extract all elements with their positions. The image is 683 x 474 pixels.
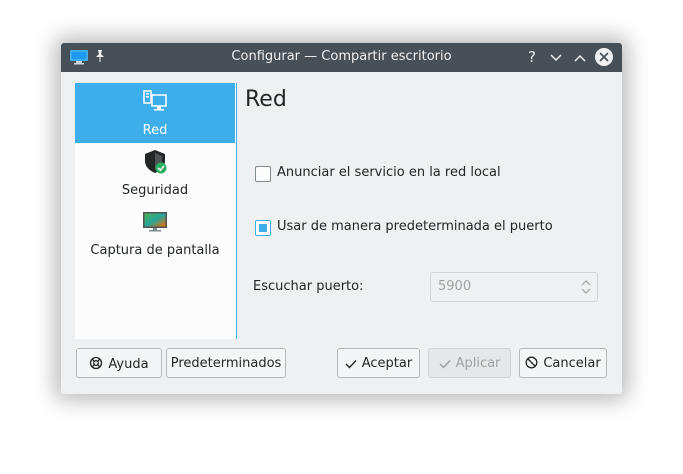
apply-button[interactable]: Aplicar [428, 348, 511, 378]
page-list-sidebar: Red Seguridad Captura de pantalla [75, 83, 237, 339]
network-icon [143, 90, 167, 111]
sidebar-item-label: Red [142, 123, 168, 138]
title-bar[interactable]: Configurar — Compartir escritorio ? [61, 43, 622, 72]
listen-port-label: Escuchar puerto: [253, 279, 364, 294]
accept-button[interactable]: Aceptar [337, 348, 420, 378]
sidebar-item-captura-de-pantalla[interactable]: Captura de pantalla [75, 203, 235, 263]
security-shield-icon [145, 150, 167, 174]
default-port-label[interactable]: Usar de manera predeterminada el puerto [277, 219, 553, 234]
announce-service-label[interactable]: Anunciar el servicio en la red local [277, 165, 501, 180]
checkmark-icon [439, 360, 451, 369]
cancel-button[interactable]: Cancelar [519, 348, 607, 378]
maximize-button[interactable] [571, 48, 589, 66]
cancel-button-label: Cancelar [543, 356, 601, 371]
apply-button-label: Aplicar [455, 356, 501, 371]
help-button[interactable]: Ayuda [76, 348, 162, 378]
close-button[interactable] [595, 48, 613, 66]
sidebar-item-label: Seguridad [121, 183, 189, 198]
sidebar-item-label: Captura de pantalla [90, 243, 220, 258]
checkmark-icon [259, 224, 267, 232]
listen-port-spinbox[interactable]: 5900 [430, 272, 598, 302]
spin-arrows-icon[interactable] [581, 277, 591, 297]
help-window-button[interactable]: ? [523, 48, 541, 66]
accept-button-label: Aceptar [361, 356, 413, 371]
sidebar-item-red[interactable]: Red [75, 83, 235, 143]
checkbox-checked[interactable] [255, 220, 271, 236]
checkmark-icon [345, 360, 357, 369]
screen-capture-icon [143, 212, 167, 232]
defaults-button[interactable]: Predeterminados [166, 348, 286, 378]
settings-dialog: Configurar — Compartir escritorio ? Red [61, 43, 622, 394]
cancel-icon [525, 356, 538, 369]
listen-port-value[interactable]: 5900 [438, 279, 471, 294]
help-lifebuoy-icon [90, 356, 103, 370]
checkbox-unchecked[interactable] [255, 166, 271, 182]
minimize-button[interactable] [547, 48, 565, 66]
defaults-button-label: Predeterminados [170, 356, 282, 371]
help-button-label: Ayuda [108, 357, 149, 372]
sidebar-item-seguridad[interactable]: Seguridad [75, 143, 235, 203]
close-icon [599, 52, 609, 62]
page-title: Red [245, 87, 287, 112]
